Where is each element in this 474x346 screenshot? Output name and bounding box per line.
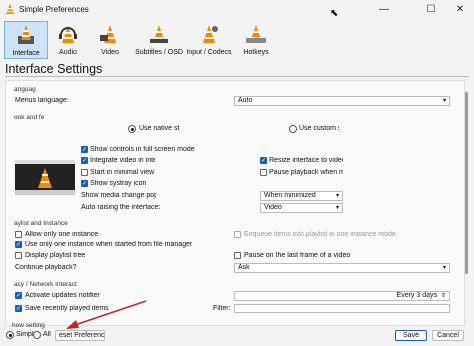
header-divider: [5, 76, 469, 77]
filter-input[interactable]: [234, 304, 450, 313]
category-label: Audio: [59, 49, 77, 56]
updates-checkbox[interactable]: ✓: [15, 292, 22, 299]
subtitles-cone-icon: [150, 25, 168, 43]
auto-raise-label: Auto raising the interface:: [81, 204, 161, 211]
resize-interface-label: Resize interface to video s: [269, 157, 343, 164]
media-popup-select[interactable]: When minimized ▾: [260, 191, 343, 201]
section-language: anguag: [14, 86, 36, 93]
category-hotkeys[interactable]: Hotkeys: [236, 21, 276, 59]
custom-skin-radio[interactable]: [289, 125, 297, 133]
vlc-logo-icon: [6, 4, 14, 14]
integrate-video-label: Integrate video in inter: [90, 157, 155, 164]
category-label: Hotkeys: [243, 49, 269, 56]
chevron-down-icon: ▾: [335, 205, 339, 211]
native-style-radio[interactable]: [128, 125, 136, 133]
menus-language-value: Auto: [238, 97, 253, 104]
settings-panel: [5, 80, 465, 326]
enqueue-label: Enqueue items into playlist in one insta…: [244, 231, 396, 238]
interface-preview-image: [15, 160, 75, 195]
systray-checkbox[interactable]: ✓: [81, 180, 88, 187]
section-privacy-network: acy / Network Interact: [14, 281, 77, 288]
interface-cone-icon: [18, 25, 34, 44]
resize-interface-checkbox[interactable]: ✓: [260, 157, 267, 164]
category-input-codecs[interactable]: Input / Codecs: [184, 21, 234, 59]
one-instance-file-manager-label: Use only one instance when started from …: [25, 241, 193, 248]
playlist-tree-label: Display playlist tree: [25, 252, 86, 259]
audio-cone-headphones-icon: [59, 26, 77, 43]
category-video[interactable]: Video: [90, 21, 130, 59]
one-instance-checkbox[interactable]: [15, 231, 22, 238]
chevron-down-icon: ▾: [335, 193, 339, 199]
input-codecs-cone-icon: [203, 25, 218, 43]
simple-settings-radio[interactable]: [6, 331, 14, 339]
pause-minimized-label: Pause playback when mi: [269, 169, 343, 176]
continue-playback-label: Continue playback?: [15, 264, 77, 271]
pause-last-frame-checkbox[interactable]: [234, 252, 241, 259]
hotkeys-cone-icon: [246, 25, 266, 43]
auto-raise-value: Video: [264, 204, 282, 211]
scrollbar-thumb[interactable]: [465, 92, 468, 274]
media-popup-value: When minimized: [264, 192, 316, 199]
show-settings-label: how setting: [12, 322, 45, 329]
systray-label: Show systray icon: [90, 180, 147, 187]
spin-arrows-icon: ⇕: [440, 293, 446, 299]
section-playlist-instance: aylist and Instance: [14, 220, 68, 227]
all-settings-label: All: [43, 331, 51, 338]
maximize-button[interactable]: ☐: [419, 2, 443, 18]
simple-settings-label: Simpl: [16, 331, 34, 338]
all-settings-radio[interactable]: [33, 331, 41, 339]
filter-label: Filter:: [213, 305, 231, 312]
playlist-tree-checkbox[interactable]: [15, 252, 22, 259]
updates-interval-spinbox[interactable]: Every 3 days ⇕: [234, 291, 450, 301]
pause-last-frame-label: Pause on the last frame of a video: [244, 252, 351, 259]
minimize-button[interactable]: —: [372, 2, 396, 18]
category-subtitles-osd[interactable]: Subtitles / OSD: [129, 21, 189, 59]
minimal-view-checkbox[interactable]: [81, 169, 88, 176]
fullscreen-controls-label: Show controls in full screen mode: [90, 146, 195, 153]
category-label: Subtitles / OSD: [135, 49, 183, 56]
continue-playback-select[interactable]: Ask ▾: [234, 263, 450, 273]
updates-interval-value: Every 3 days: [396, 292, 437, 299]
window-title: Simple Preferences: [19, 5, 89, 14]
category-label: Video: [101, 49, 119, 56]
category-label: Interface: [12, 50, 40, 57]
one-instance-label: Allow only one instance: [25, 231, 99, 238]
native-style-label: Use native st: [139, 125, 179, 132]
category-audio[interactable]: Audio: [48, 21, 88, 59]
section-look-and-feel: ook and fe: [14, 114, 45, 121]
cancel-button[interactable]: Cancel: [432, 330, 464, 341]
minimal-view-label: Start in minimal view m: [90, 169, 155, 176]
save-button[interactable]: Save: [395, 330, 427, 341]
media-popup-label: Show media change popu: [81, 192, 156, 199]
pause-minimized-checkbox[interactable]: [260, 169, 267, 176]
menus-language-label: Menus language:: [15, 97, 69, 104]
integrate-video-checkbox[interactable]: ✓: [81, 157, 88, 164]
chevron-down-icon: ▾: [442, 98, 446, 104]
fullscreen-controls-checkbox[interactable]: ✓: [81, 146, 88, 153]
auto-raise-select[interactable]: Video ▾: [260, 203, 343, 213]
save-recent-checkbox[interactable]: ✓: [15, 305, 22, 312]
menus-language-select[interactable]: Auto ▾: [234, 96, 450, 106]
category-interface[interactable]: Interface: [4, 21, 48, 59]
video-cone-icon: [100, 25, 116, 43]
page-title: Interface Settings: [5, 62, 103, 76]
close-button[interactable]: ✕: [448, 2, 472, 18]
chevron-down-icon: ▾: [442, 265, 446, 271]
annotation-arrow-icon: [66, 300, 147, 329]
category-label: Input / Codecs: [186, 49, 232, 56]
continue-playback-value: Ask: [238, 264, 250, 271]
enqueue-checkbox[interactable]: [234, 231, 241, 238]
mouse-cursor-icon: ⬉: [330, 8, 339, 19]
custom-skin-label: Use custom s: [299, 125, 339, 132]
one-instance-file-manager-checkbox[interactable]: ✓: [15, 241, 22, 248]
